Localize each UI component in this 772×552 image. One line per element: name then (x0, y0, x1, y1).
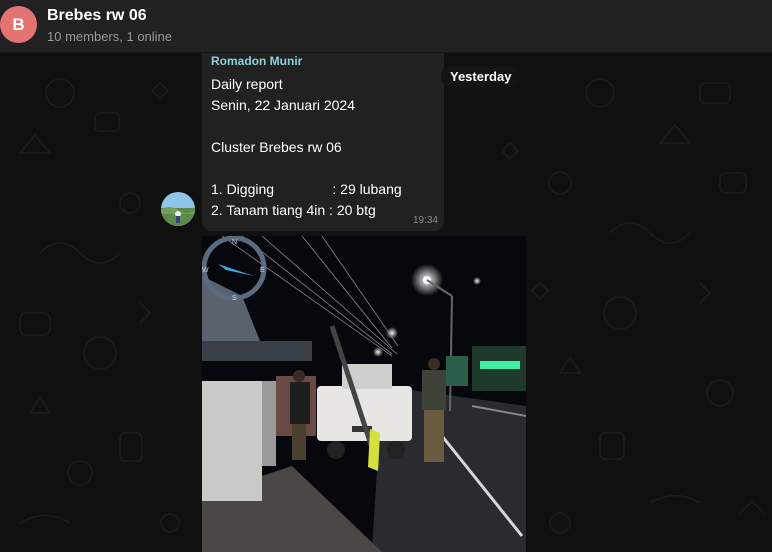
chat-header[interactable]: B Brebes rw 06 10 members, 1 online (0, 0, 772, 53)
chat-area[interactable]: Romadon Munir Daily report Senin, 22 Jan… (0, 53, 772, 552)
compass-label-s: S (232, 295, 237, 302)
photo-street-night: N E S W (202, 236, 526, 552)
group-avatar-letter: B (12, 14, 25, 34)
message-sender[interactable]: Romadon Munir (211, 54, 302, 68)
message-bubble[interactable]: Romadon Munir Daily report Senin, 22 Jan… (202, 53, 444, 231)
group-avatar[interactable]: B (0, 6, 37, 43)
sender-avatar-image (161, 192, 195, 226)
sender-avatar[interactable] (161, 192, 195, 226)
message-photo[interactable]: N E S W (202, 236, 526, 552)
compass-label-n: N (232, 239, 237, 246)
chat-title[interactable]: Brebes rw 06 (47, 7, 147, 25)
date-separator: Yesterday (441, 66, 521, 88)
chat-member-status: 10 members, 1 online (47, 29, 173, 44)
compass-label-w: W (202, 267, 209, 274)
message-time: 19:34 (412, 215, 438, 226)
message-text: Daily report Senin, 22 Januari 2024 Clus… (211, 76, 402, 218)
compass-label-e: E (260, 267, 265, 274)
